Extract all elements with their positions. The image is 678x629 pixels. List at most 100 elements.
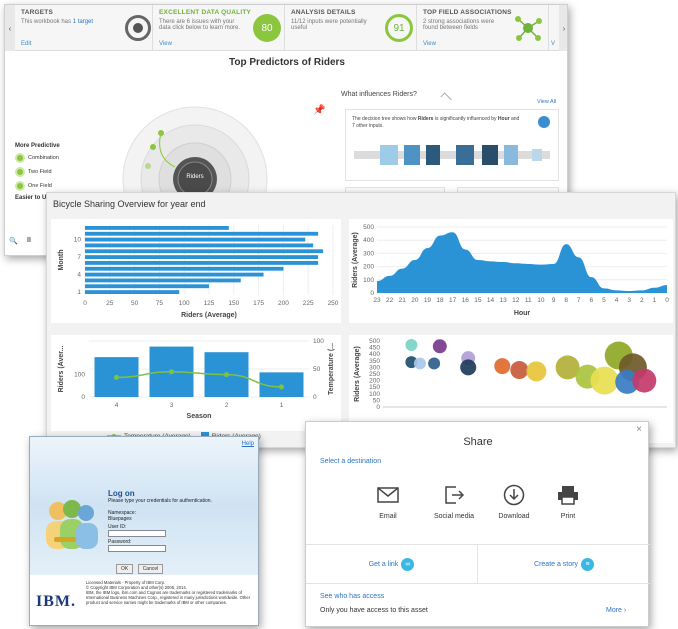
one-field-icon <box>15 181 25 191</box>
insight-bar: ‹ TARGETS This workbook has 1 target Edi… <box>5 5 567 51</box>
y-tick-label: 50 <box>373 397 381 404</box>
x-axis-label: Riders (Average) <box>181 312 237 319</box>
password-field[interactable] <box>108 545 166 552</box>
card-field: Hour <box>497 116 510 122</box>
next-section-link[interactable]: V <box>551 41 555 47</box>
get-link-button[interactable]: Get a link ∞ <box>306 545 478 583</box>
y-axis-label: Riders (Aver... <box>58 346 65 393</box>
legend-two-field[interactable]: Two Field <box>15 167 60 177</box>
assoc-text: 2 strong associations were found between… <box>423 19 495 31</box>
y-axis-label: Riders (Average) <box>352 232 359 288</box>
bar <box>85 266 284 271</box>
hour-area-card[interactable]: 0 100 200 300 400 500 23 22 21 20 19 18 17 16 15 14 13 12… <box>349 219 673 323</box>
decision-tree-card[interactable]: The decision tree shows how Riders is si… <box>345 109 559 181</box>
target-icon <box>125 15 151 41</box>
y-axis-label: Riders (Average) <box>354 346 361 402</box>
tree-icon <box>538 116 550 128</box>
create-story-button[interactable]: Create a story ≡ <box>478 545 650 583</box>
predictor-node[interactable] <box>150 144 156 150</box>
insight-prev-button[interactable]: ‹ <box>5 5 15 51</box>
y-tick-label: 500 <box>369 338 380 345</box>
ok-button[interactable]: OK <box>116 564 134 574</box>
share-download-button[interactable]: Download <box>484 482 544 520</box>
x-tick-label: 18 <box>436 297 444 304</box>
insight-next-button[interactable]: › <box>559 5 567 51</box>
close-icon[interactable]: × <box>636 424 642 435</box>
predictor-node[interactable] <box>158 130 164 136</box>
y-tick-label: 350 <box>369 358 380 365</box>
x-tick-label: 250 <box>328 300 339 307</box>
bar <box>85 278 241 283</box>
x-tick-label: 0 <box>665 297 669 304</box>
bubble <box>432 339 447 354</box>
targets-title: TARGETS <box>21 9 53 16</box>
y2-tick-label: 0 <box>313 394 317 401</box>
bar <box>85 272 264 277</box>
bubble <box>413 357 426 370</box>
y-tick-label: 0 <box>370 290 374 297</box>
view-all-link[interactable]: View All <box>537 99 556 105</box>
legend-combination[interactable]: Combination <box>15 153 60 163</box>
legend-head: More Predictive <box>15 143 60 149</box>
logon-subtitle: Please type your credentials for authent… <box>108 498 212 504</box>
bar <box>85 237 306 242</box>
y2-tick-label: 50 <box>313 366 321 373</box>
x-axis-label: Hour <box>514 310 531 317</box>
x-tick-label: 175 <box>253 300 264 307</box>
area-series <box>377 232 667 293</box>
predictor-node[interactable] <box>145 163 151 169</box>
x-tick-label: 1 <box>653 297 657 304</box>
x-tick-label: 2 <box>640 297 644 304</box>
targets-edit-link[interactable]: Edit <box>21 41 31 47</box>
x-tick-label: 15 <box>474 297 482 304</box>
search-icon[interactable]: 🔍 <box>9 237 18 245</box>
temperature-point <box>114 374 119 380</box>
bar <box>85 249 324 254</box>
y-tick-label: 0 <box>376 404 380 411</box>
bar <box>85 290 180 294</box>
y-tick-label: 500 <box>363 224 374 231</box>
help-link[interactable]: Help <box>242 441 254 447</box>
y-tick-label: 100 <box>363 277 374 284</box>
y-tick-label: 250 <box>369 371 380 378</box>
share-social-button[interactable]: Social media <box>424 482 484 520</box>
share-option-label: Email <box>379 513 397 520</box>
month-bar-card[interactable]: 0 25 50 75 100 125 150 175 200 225 250 1 4 7 10 Riders … <box>51 219 341 323</box>
legend-label: Combination <box>28 155 59 161</box>
bar <box>85 226 229 230</box>
pin-icon[interactable]: 📌 <box>313 105 325 116</box>
share-title: Share <box>463 436 493 448</box>
share-actions-row: Get a link ∞ Create a story ≡ <box>306 545 650 583</box>
targets-count-link[interactable]: 1 target <box>73 19 93 25</box>
y-tick-label: 150 <box>369 384 380 391</box>
userid-field[interactable] <box>108 530 166 537</box>
share-out-icon <box>441 482 467 508</box>
legal-line: IBM, the IBM logo, ibm.com and Cognos ar… <box>86 590 251 605</box>
legal-notice: Licensed Materials - Property of IBM Cor… <box>86 580 256 605</box>
y-tick-label: 100 <box>369 391 380 398</box>
x-tick-label: 19 <box>424 297 432 304</box>
x-tick-label: 14 <box>487 297 495 304</box>
y-tick-label: 450 <box>369 345 380 352</box>
legend-one-field[interactable]: One Field <box>15 181 60 191</box>
chevron-right-icon: › <box>562 23 566 33</box>
cancel-button[interactable]: Cancel <box>137 564 164 574</box>
x-tick-label: 125 <box>204 300 215 307</box>
x-tick-label: 5 <box>602 297 606 304</box>
season-combo-card[interactable]: 0 100 0 50 100 4 3 2 1 Season Riders (Aver... Tempe… <box>51 335 341 431</box>
share-email-button[interactable]: Email <box>358 482 418 520</box>
more-link[interactable]: More › <box>606 607 626 614</box>
share-option-label: Download <box>498 513 530 520</box>
see-access-link[interactable]: See who has access <box>320 593 384 600</box>
analysis-details-section: ANALYSIS DETAILS 11/12 inputs were poten… <box>285 5 417 51</box>
x-tick-label: 150 <box>228 300 239 307</box>
x-tick-label: 4 <box>115 402 119 409</box>
quality-view-link[interactable]: View <box>159 41 172 47</box>
share-print-button[interactable]: Print <box>538 482 598 520</box>
pause-icon[interactable]: II <box>27 237 31 244</box>
assoc-view-link[interactable]: View <box>423 41 436 47</box>
chevron-up-icon[interactable] <box>440 92 452 104</box>
month-bar-chart: 0 25 50 75 100 125 150 175 200 225 250 1 4 7 10 Riders … <box>58 225 339 319</box>
bubble <box>460 359 477 376</box>
bar <box>85 243 314 248</box>
